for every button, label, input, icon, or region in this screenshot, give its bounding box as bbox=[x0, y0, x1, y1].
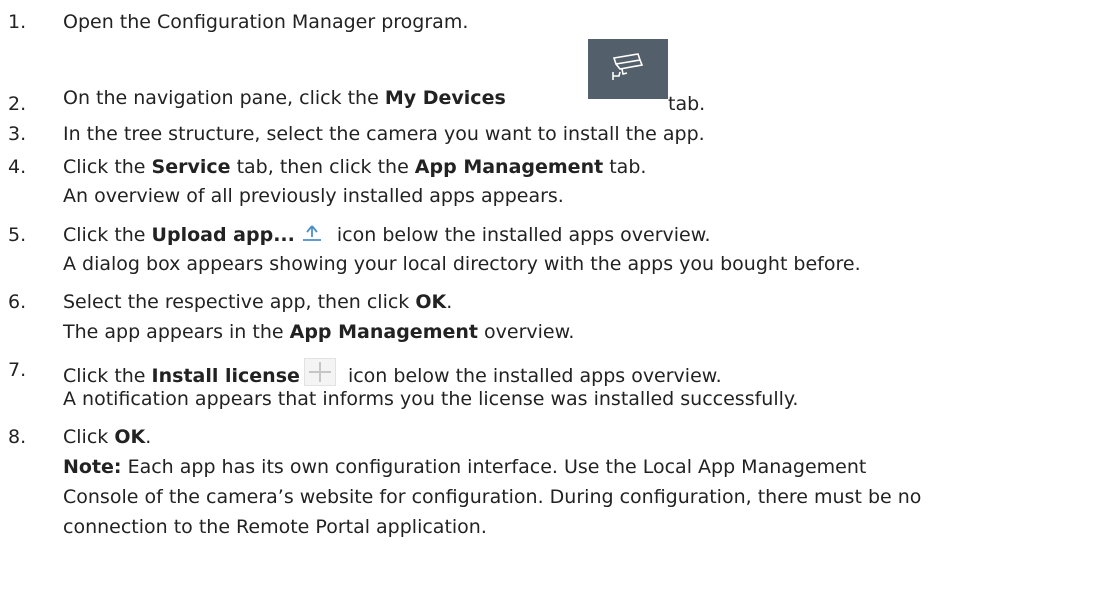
step-number: 3. bbox=[8, 123, 27, 145]
step-text-part: . bbox=[145, 426, 152, 448]
step-result: The app appears in the App Management ov… bbox=[63, 320, 574, 344]
ui-term: App Management bbox=[414, 156, 604, 178]
step-text-part: Click the bbox=[63, 224, 152, 246]
ui-term: App Management bbox=[289, 321, 478, 343]
step-text-part: Select the respective app, then click bbox=[63, 291, 416, 313]
step-text-part: The app appears in the bbox=[63, 321, 290, 343]
step-result: An overview of all previously installed … bbox=[63, 185, 564, 207]
ui-term: Service bbox=[151, 156, 231, 178]
note-text: Each app has its own configuration inter… bbox=[121, 456, 867, 478]
step-text-part: icon below the installed apps overview. bbox=[330, 224, 711, 246]
step-number: 2. bbox=[8, 93, 27, 115]
step-text-part: Click the bbox=[63, 365, 152, 387]
step-text-part: Click bbox=[63, 426, 115, 448]
my-devices-camera-icon bbox=[588, 39, 668, 99]
step-text-part: . bbox=[446, 291, 453, 313]
note-text: connection to the Remote Portal applicat… bbox=[63, 516, 487, 538]
ui-term: My Devices bbox=[384, 87, 506, 109]
step-text-part: tab, then click the bbox=[230, 156, 415, 178]
step-number: 1. bbox=[8, 11, 27, 33]
step-text: On the navigation pane, click the My Dev… bbox=[63, 86, 506, 110]
step-text: Open the Configuration Manager program. bbox=[63, 10, 468, 34]
step-result: A notification appears that informs you … bbox=[63, 388, 799, 410]
ui-term: OK bbox=[415, 291, 447, 313]
step-text: Click the Service tab, then click the Ap… bbox=[63, 155, 646, 179]
step-text-part: Click the bbox=[63, 156, 152, 178]
note-label: Note: bbox=[63, 456, 122, 478]
step-text-part: tab. bbox=[603, 156, 647, 178]
upload-icon bbox=[301, 223, 323, 243]
note-text: Console of the camera’s website for conf… bbox=[63, 486, 922, 508]
plus-icon bbox=[303, 358, 336, 386]
step-number: 7. bbox=[8, 359, 27, 381]
step-text-tail: tab. bbox=[668, 93, 706, 115]
step-number: 4. bbox=[8, 156, 27, 178]
step-text-part: On the navigation pane, click the bbox=[63, 87, 385, 109]
step-text: Select the respective app, then click OK… bbox=[63, 290, 452, 314]
step-number: 8. bbox=[8, 426, 27, 448]
step-text-part: overview. bbox=[478, 321, 575, 343]
ui-term: OK bbox=[114, 426, 146, 448]
step-text-part: In the tree structure, select the camera… bbox=[63, 123, 705, 145]
step-text: Click the Install license icon below the… bbox=[63, 358, 722, 388]
note: Note: Each app has its own configuration… bbox=[63, 455, 866, 479]
step-text: In the tree structure, select the camera… bbox=[63, 122, 705, 146]
step-result: A dialog box appears showing your local … bbox=[63, 253, 861, 275]
step-text-part: icon below the installed apps overview. bbox=[341, 365, 722, 387]
ui-term: Install license bbox=[151, 365, 300, 387]
step-number: 5. bbox=[8, 224, 27, 246]
step-text: Click OK. bbox=[63, 425, 151, 449]
step-number: 6. bbox=[8, 291, 27, 313]
ui-term: Upload app... bbox=[151, 224, 295, 246]
step-text: Click the Upload app... icon below the i… bbox=[63, 223, 711, 247]
step-text-part: Open the Configuration Manager program. bbox=[63, 11, 469, 33]
